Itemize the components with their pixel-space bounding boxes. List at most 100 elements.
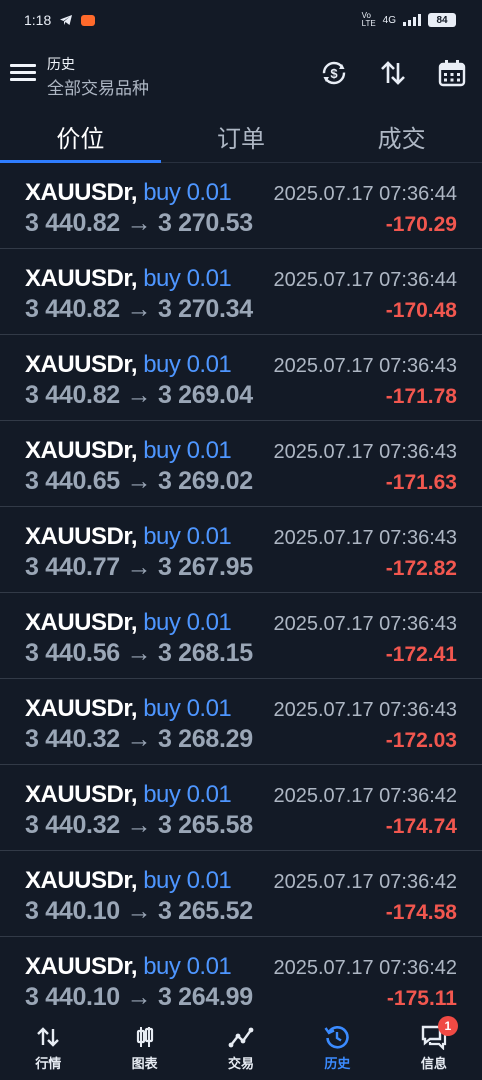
menu-icon[interactable] bbox=[10, 60, 36, 86]
deal-close-price: 3 265.58 bbox=[157, 811, 253, 839]
nav-messages-label: 信息 bbox=[420, 1056, 447, 1071]
deal-open-price: 3 440.82 bbox=[25, 209, 120, 237]
deal-symbol: XAUUSDr, bbox=[25, 609, 138, 636]
deal-symbol: XAUUSDr, bbox=[25, 781, 138, 808]
deal-close-price: 3 269.02 bbox=[157, 467, 253, 495]
deal-profit: -172.41 bbox=[385, 643, 457, 666]
deal-time: 2025.07.17 07:36:42 bbox=[273, 785, 457, 807]
deal-row[interactable]: XAUUSDr, buy 0.01 3 440.32 → 3 268.29 2025… bbox=[0, 679, 482, 765]
deal-open-price: 3 440.32 bbox=[25, 725, 120, 753]
deal-prices: 3 440.10 → 3 264.99 bbox=[25, 983, 253, 1010]
unread-badge: 1 bbox=[437, 1016, 458, 1036]
deal-side: buy 0.01 bbox=[143, 437, 232, 464]
deal-open-price: 3 440.32 bbox=[25, 811, 120, 839]
trade-icon bbox=[228, 1027, 254, 1048]
deal-row[interactable]: XAUUSDr, buy 0.01 3 440.77 → 3 267.95 2025… bbox=[0, 507, 482, 593]
deal-arrow: → bbox=[126, 725, 152, 753]
deal-row[interactable]: XAUUSDr, buy 0.01 3 440.10 → 3 265.52 2025… bbox=[0, 851, 482, 937]
deal-arrow: → bbox=[126, 467, 152, 495]
deal-arrow: → bbox=[126, 553, 152, 581]
deal-side: buy 0.01 bbox=[143, 953, 232, 980]
deal-arrow: → bbox=[126, 209, 152, 237]
deal-profit: -175.11 bbox=[386, 987, 457, 1010]
deal-open-price: 3 440.65 bbox=[25, 467, 120, 495]
deal-prices: 3 440.65 → 3 269.02 bbox=[25, 467, 253, 496]
nav-trade[interactable]: 交易 bbox=[193, 1010, 289, 1080]
deal-profit: -171.78 bbox=[385, 385, 457, 408]
deal-arrow: → bbox=[126, 639, 152, 667]
network-type: 4G bbox=[382, 14, 396, 26]
deal-arrow: → bbox=[126, 295, 152, 323]
deal-time: 2025.07.17 07:36:43 bbox=[273, 527, 457, 549]
deal-open-price: 3 440.56 bbox=[25, 639, 120, 667]
deal-title: XAUUSDr, buy 0.01 bbox=[25, 609, 232, 637]
deal-title: XAUUSDr, buy 0.01 bbox=[25, 781, 232, 809]
deal-close-price: 3 270.53 bbox=[157, 209, 253, 237]
deal-profit: -170.29 bbox=[385, 213, 457, 236]
deal-open-price: 3 440.77 bbox=[25, 553, 120, 581]
deal-row[interactable]: XAUUSDr, buy 0.01 3 440.10 → 3 264.99 2025… bbox=[0, 937, 482, 1010]
deal-title: XAUUSDr, buy 0.01 bbox=[25, 437, 232, 465]
nav-chart-label: 图表 bbox=[131, 1056, 158, 1071]
nav-history[interactable]: 历史 bbox=[289, 1010, 385, 1080]
deal-side: buy 0.01 bbox=[143, 609, 232, 636]
deal-prices: 3 440.82 → 3 270.34 bbox=[25, 295, 253, 324]
sort-icon[interactable] bbox=[378, 58, 408, 88]
battery-icon: 84 bbox=[428, 13, 456, 27]
deal-profit: -174.58 bbox=[385, 901, 457, 924]
nav-quotes[interactable]: 行情 bbox=[0, 1010, 96, 1080]
nav-history-label: 历史 bbox=[324, 1056, 351, 1071]
deal-time: 2025.07.17 07:36:43 bbox=[273, 441, 457, 463]
deal-time: 2025.07.17 07:36:44 bbox=[273, 269, 457, 291]
deal-symbol: XAUUSDr, bbox=[25, 351, 138, 378]
deal-close-price: 3 270.34 bbox=[157, 295, 253, 323]
deal-profit: -172.82 bbox=[385, 557, 457, 580]
page-title: 历史 bbox=[47, 56, 75, 72]
deal-side: buy 0.01 bbox=[143, 351, 232, 378]
history-tabs: 价位 订单 成交 bbox=[0, 110, 482, 163]
deal-row[interactable]: XAUUSDr, buy 0.01 3 440.32 → 3 265.58 2025… bbox=[0, 765, 482, 851]
deal-profit: -174.74 bbox=[385, 815, 457, 838]
clock: 1:18 bbox=[24, 12, 52, 28]
deal-prices: 3 440.82 → 3 270.53 bbox=[25, 209, 253, 238]
deal-prices: 3 440.56 → 3 268.15 bbox=[25, 639, 253, 668]
deal-row[interactable]: XAUUSDr, buy 0.01 3 440.82 → 3 269.04 2025… bbox=[0, 335, 482, 421]
deal-row[interactable]: XAUUSDr, buy 0.01 3 440.65 → 3 269.02 2025… bbox=[0, 421, 482, 507]
deal-time: 2025.07.17 07:36:43 bbox=[273, 613, 457, 635]
deal-close-price: 3 268.29 bbox=[157, 725, 253, 753]
deal-arrow: → bbox=[126, 381, 152, 409]
nav-messages[interactable]: 信息 1 bbox=[386, 1010, 482, 1080]
currency-convert-icon[interactable]: $ bbox=[319, 58, 349, 88]
deal-row[interactable]: XAUUSDr, buy 0.01 3 440.82 → 3 270.53 2025… bbox=[0, 163, 482, 249]
deal-title: XAUUSDr, buy 0.01 bbox=[25, 523, 232, 551]
deal-time: 2025.07.17 07:36:42 bbox=[273, 957, 457, 979]
deal-title: XAUUSDr, buy 0.01 bbox=[25, 695, 232, 723]
quotes-icon bbox=[37, 1027, 60, 1047]
nav-chart[interactable]: 图表 bbox=[96, 1010, 192, 1080]
deal-side: buy 0.01 bbox=[143, 179, 232, 206]
volte-indicator: Vo LTE bbox=[361, 11, 376, 28]
deal-close-price: 3 265.52 bbox=[157, 897, 253, 925]
symbol-filter[interactable]: 全部交易品种 bbox=[47, 74, 149, 99]
deal-open-price: 3 440.82 bbox=[25, 295, 120, 323]
deal-row[interactable]: XAUUSDr, buy 0.01 3 440.56 → 3 268.15 2025… bbox=[0, 593, 482, 679]
deal-open-price: 3 440.82 bbox=[25, 381, 120, 409]
tab-deals[interactable]: 成交 bbox=[321, 110, 482, 162]
deal-prices: 3 440.10 → 3 265.52 bbox=[25, 897, 253, 926]
deal-arrow: → bbox=[126, 811, 152, 839]
telegram-icon bbox=[60, 15, 73, 25]
deal-row[interactable]: XAUUSDr, buy 0.01 3 440.82 → 3 270.34 2025… bbox=[0, 249, 482, 335]
nav-quotes-label: 行情 bbox=[35, 1056, 62, 1071]
bottom-navigation: 行情 图表 交易 历史 信息 1 bbox=[0, 1010, 482, 1080]
deal-time: 2025.07.17 07:36:43 bbox=[273, 699, 457, 721]
tab-positions[interactable]: 价位 bbox=[0, 110, 161, 163]
deal-close-price: 3 267.95 bbox=[157, 553, 253, 581]
tab-orders[interactable]: 订单 bbox=[161, 110, 322, 162]
deal-side: buy 0.01 bbox=[143, 695, 232, 722]
deal-side: buy 0.01 bbox=[143, 523, 232, 550]
deal-title: XAUUSDr, buy 0.01 bbox=[25, 351, 232, 379]
svg-text:$: $ bbox=[330, 66, 338, 81]
calendar-icon[interactable] bbox=[437, 58, 467, 88]
deal-title: XAUUSDr, buy 0.01 bbox=[25, 953, 232, 981]
deal-open-price: 3 440.10 bbox=[25, 983, 120, 1010]
